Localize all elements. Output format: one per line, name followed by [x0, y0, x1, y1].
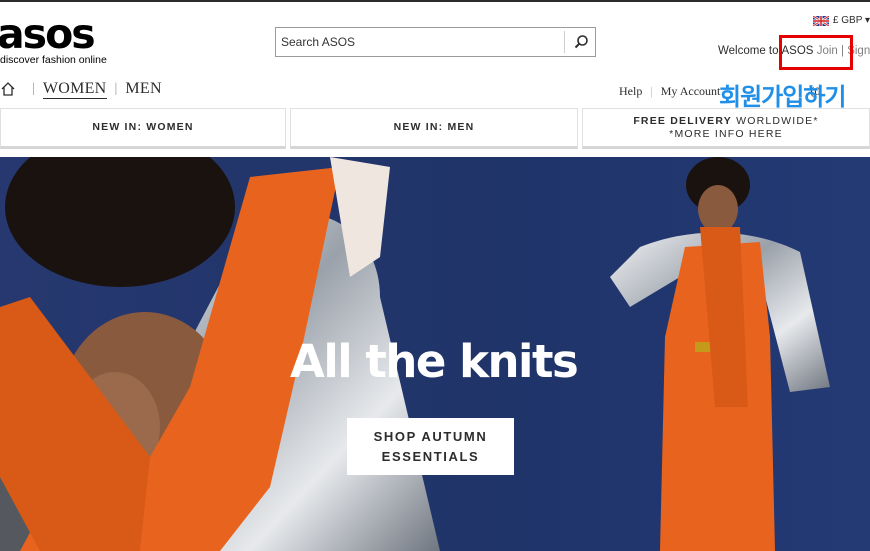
cta-line-1: SHOP AUTUMN [373, 428, 488, 444]
shop-autumn-essentials-button[interactable]: SHOP AUTUMN ESSENTIALS [347, 418, 514, 475]
search-icon [574, 35, 588, 49]
home-icon[interactable] [0, 81, 16, 97]
currency-label: £ GBP ▾ [832, 15, 870, 26]
promo-delivery-line: FREE DELIVERY WORLDWIDE* [633, 115, 818, 128]
welcome-text: Welcome to [718, 45, 779, 57]
main-nav: | WOMEN | MEN [0, 78, 162, 100]
cta-line-2: ESSENTIALS [381, 448, 480, 464]
currency-selector[interactable]: £ GBP ▾ [812, 15, 870, 26]
annotation-join-label: 회원가입하기 [719, 83, 846, 111]
promo-delivery-bold: FREE DELIVERY [633, 114, 732, 127]
promo-new-in-men-label: NEW IN: MEN [393, 121, 475, 133]
uk-flag-icon [812, 15, 829, 26]
top-border [0, 0, 870, 2]
nav-item-men[interactable]: MEN [125, 80, 161, 98]
asos-logo[interactable]: asos discover fashion online [0, 10, 117, 67]
logo-tagline: discover fashion online [0, 54, 107, 66]
search-button[interactable] [565, 28, 596, 56]
hero-headline: All the knits [290, 335, 579, 388]
promo-new-in-women[interactable]: NEW IN: WOMEN [0, 108, 286, 149]
search-box [275, 27, 596, 57]
promo-bar: NEW IN: WOMEN NEW IN: MEN FREE DELIVERY … [0, 108, 870, 149]
nav-separator: | [32, 81, 35, 96]
hero-banner[interactable]: All the knits SHOP AUTUMN ESSENTIALS [0, 157, 870, 551]
nav-item-women[interactable]: WOMEN [42, 80, 107, 99]
nav-separator: | [114, 81, 118, 96]
annotation-highlight-box [779, 35, 853, 70]
logo-wordmark: asos [0, 10, 96, 58]
promo-free-delivery[interactable]: FREE DELIVERY WORLDWIDE* *MORE INFO HERE [582, 108, 870, 149]
promo-new-in-men[interactable]: NEW IN: MEN [290, 108, 578, 149]
promo-new-in-women-label: NEW IN: WOMEN [92, 121, 194, 133]
promo-more-info: *MORE INFO HERE [669, 127, 783, 140]
search-input[interactable] [276, 28, 564, 56]
promo-delivery-light: WORLDWIDE* [731, 114, 819, 127]
my-account-link[interactable]: My Account [661, 84, 721, 99]
help-link[interactable]: Help [619, 84, 642, 99]
nav-separator: | [650, 84, 653, 98]
